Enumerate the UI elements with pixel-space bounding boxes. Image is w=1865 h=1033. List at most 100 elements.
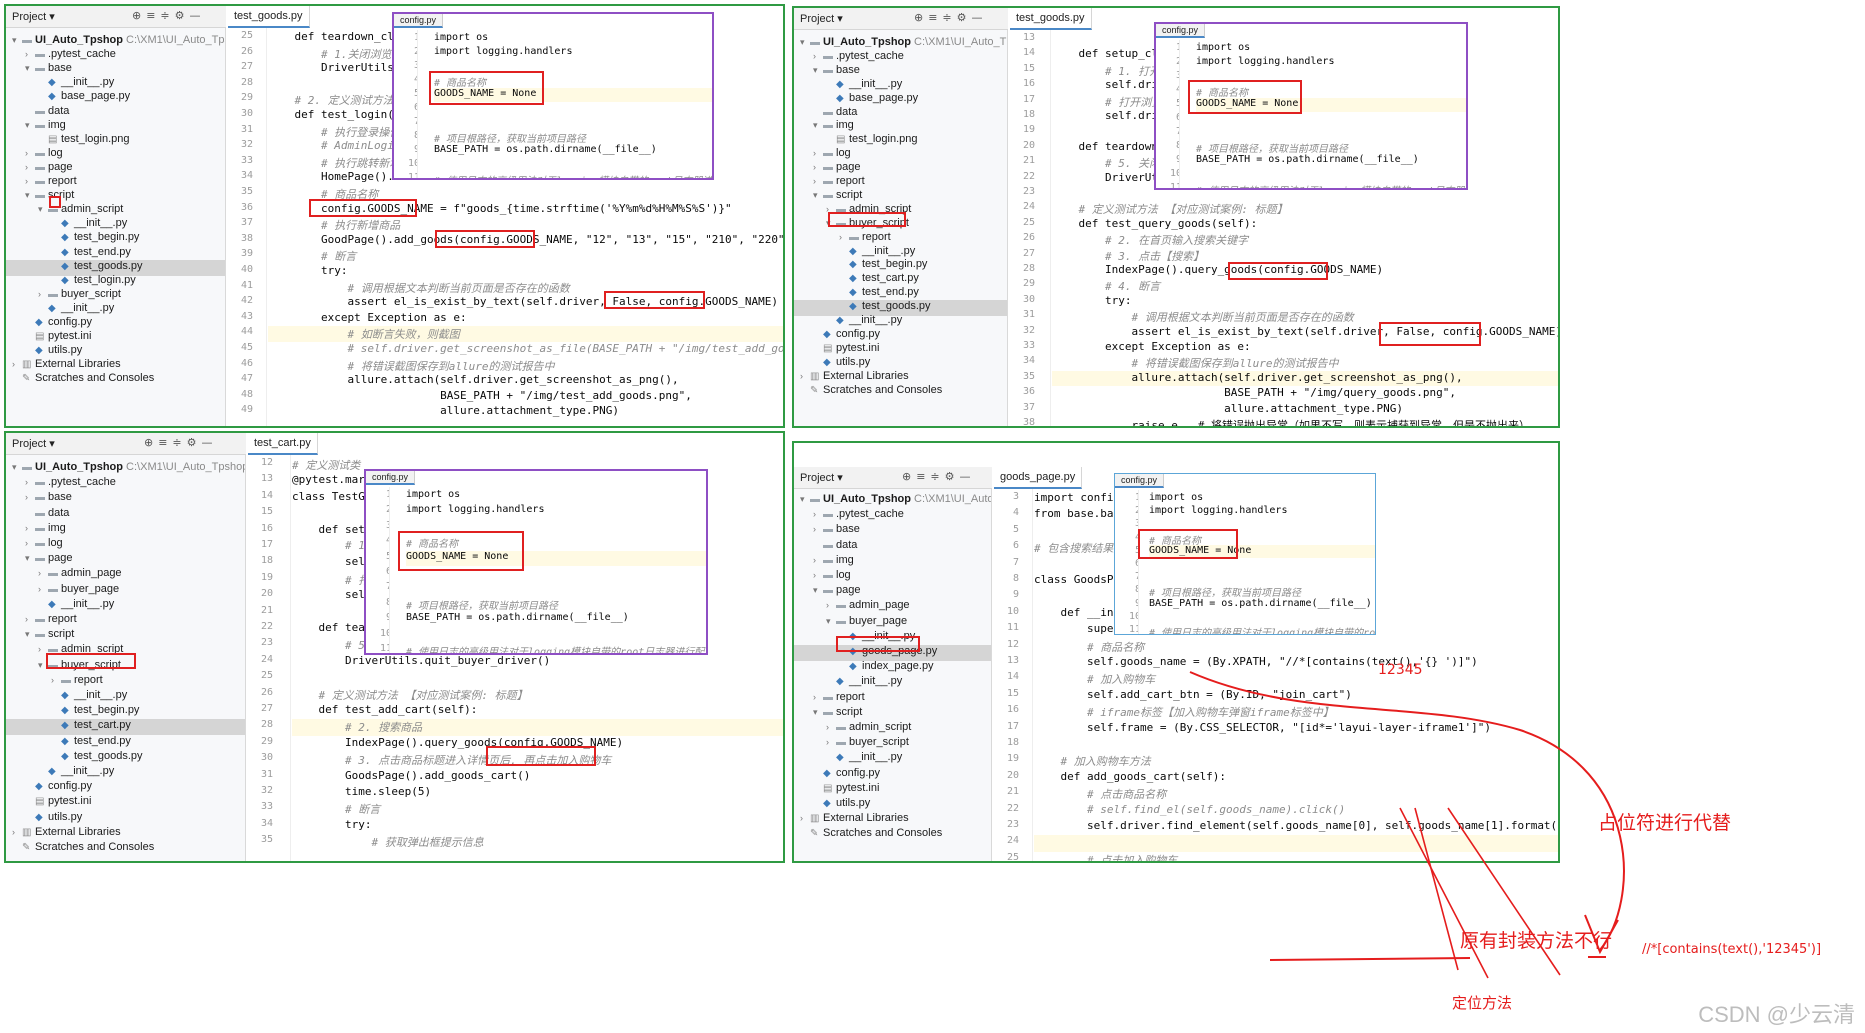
expand-arrow-icon[interactable]: ▾ <box>813 585 823 596</box>
tree-item[interactable]: ▾ ▬ page <box>6 552 245 568</box>
tree-item[interactable]: › ▬ admin_page <box>794 599 991 615</box>
expand-arrow-icon[interactable]: ▾ <box>12 35 22 46</box>
expand-arrow-icon[interactable]: › <box>25 492 35 502</box>
expand-arrow-icon[interactable]: › <box>813 509 823 519</box>
tree-item[interactable]: › ▬ report <box>794 691 991 707</box>
tree-item[interactable]: ▾ ▬ script <box>6 628 245 644</box>
expand-arrow-icon[interactable]: › <box>813 148 823 158</box>
expand-arrow-icon[interactable]: › <box>25 614 35 624</box>
editor-tab[interactable]: goods_page.py <box>994 467 1083 489</box>
tree-item[interactable]: ◆ config.py <box>794 767 991 783</box>
tree-item[interactable]: ✎ Scratches and Consoles <box>794 827 991 843</box>
tree-item[interactable]: ▤ pytest.ini <box>794 782 991 798</box>
tree-item[interactable]: › ▬ .pytest_cache <box>794 508 991 524</box>
expand-arrow-icon[interactable]: ▾ <box>25 63 35 74</box>
tree-item[interactable]: ◆ index_page.py <box>794 660 991 676</box>
tree-item[interactable]: › ▬ admin_page <box>6 567 245 583</box>
editor-tab[interactable]: test_cart.py <box>248 433 318 455</box>
expand-arrow-icon[interactable]: ▾ <box>25 553 35 564</box>
editor-tab[interactable]: test_goods.py <box>1010 8 1092 30</box>
tree-item[interactable]: ◆ test_begin.py <box>6 704 245 720</box>
tree-item[interactable]: ✎ Scratches and Consoles <box>6 841 245 857</box>
project-dropdown[interactable]: Project ▾ <box>12 10 55 23</box>
expand-arrow-icon[interactable]: ▾ <box>813 707 823 718</box>
tree-item[interactable]: ◆ __init__.py <box>6 598 245 614</box>
tree-item[interactable]: ◆ __init__.py <box>6 689 245 705</box>
popup-tab[interactable]: config.py <box>1115 474 1165 488</box>
expand-arrow-icon[interactable]: ▾ <box>800 37 810 48</box>
editor-tab[interactable]: test_goods.py <box>228 6 310 28</box>
expand-arrow-icon[interactable]: ▾ <box>38 204 48 215</box>
toolbar-icons[interactable]: ⊕≡≑⚙— <box>132 9 206 22</box>
expand-arrow-icon[interactable]: › <box>800 813 810 823</box>
tree-item[interactable]: ▬ data <box>6 507 245 523</box>
project-dropdown[interactable]: Project ▾ <box>12 437 55 450</box>
tree-item[interactable]: › ▬ buyer_script <box>794 736 991 752</box>
expand-arrow-icon[interactable]: › <box>813 524 823 534</box>
expand-arrow-icon[interactable]: › <box>800 371 810 381</box>
tree-item[interactable]: ◆ __init__.py <box>6 765 245 781</box>
tree-item[interactable]: ▬ data <box>794 539 991 555</box>
expand-arrow-icon[interactable]: ▾ <box>826 616 836 627</box>
tree-item[interactable]: ◆ utils.py <box>794 797 991 813</box>
expand-arrow-icon[interactable]: › <box>25 477 35 487</box>
tree-item[interactable]: ◆ __init__.py <box>794 675 991 691</box>
tree-item[interactable]: › ▬ base <box>794 523 991 539</box>
tree-item[interactable]: ◆ test_end.py <box>6 735 245 751</box>
tree-item[interactable]: › ▬ log <box>6 537 245 553</box>
expand-arrow-icon[interactable]: › <box>25 162 35 172</box>
expand-arrow-icon[interactable]: › <box>839 232 849 242</box>
tree-item[interactable]: › ▬ img <box>6 522 245 538</box>
expand-arrow-icon[interactable]: ▾ <box>12 462 22 473</box>
expand-arrow-icon[interactable]: › <box>813 570 823 580</box>
expand-arrow-icon[interactable]: ▾ <box>800 494 810 505</box>
tree-item[interactable]: ▾▬UI_Auto_Tpshop C:\XM1\UI_Auto_Tpshop <box>6 461 245 477</box>
expand-arrow-icon[interactable]: › <box>38 568 48 578</box>
tree-item[interactable]: ✎ Scratches and Consoles <box>794 384 1007 400</box>
project-dropdown[interactable]: Project ▾ <box>800 471 843 484</box>
tree-item[interactable]: › ▬ base <box>6 491 245 507</box>
expand-arrow-icon[interactable]: › <box>12 359 22 369</box>
popup-tab[interactable]: config.py <box>1156 24 1206 38</box>
expand-arrow-icon[interactable]: › <box>826 737 836 747</box>
expand-arrow-icon[interactable]: › <box>826 722 836 732</box>
expand-arrow-icon[interactable]: › <box>813 162 823 172</box>
expand-arrow-icon[interactable]: › <box>38 289 48 299</box>
expand-arrow-icon[interactable]: › <box>25 148 35 158</box>
tree-item[interactable]: ▾ ▬ script <box>794 706 991 722</box>
popup-tab[interactable]: config.py <box>394 14 444 28</box>
popup-tab[interactable]: config.py <box>366 471 416 485</box>
expand-arrow-icon[interactable]: › <box>813 176 823 186</box>
expand-arrow-icon[interactable]: › <box>813 51 823 61</box>
expand-arrow-icon[interactable]: ▾ <box>813 120 823 131</box>
tree-item[interactable]: ✎ Scratches and Consoles <box>6 372 225 388</box>
expand-arrow-icon[interactable]: › <box>25 176 35 186</box>
toolbar-icons[interactable]: ⊕≡≑⚙— <box>144 436 218 449</box>
expand-arrow-icon[interactable]: › <box>25 538 35 548</box>
tree-item[interactable]: ▤ pytest.ini <box>6 795 245 811</box>
expand-arrow-icon[interactable]: ▾ <box>813 65 823 76</box>
project-dropdown[interactable]: Project ▾ <box>800 12 843 25</box>
tree-item[interactable]: ◆ test_cart.py <box>6 719 245 736</box>
tree-item[interactable]: ◆ test_goods.py <box>6 750 245 766</box>
toolbar-icons[interactable]: ⊕≡≑⚙— <box>914 11 988 24</box>
tree-item[interactable]: › ▬ report <box>6 674 245 690</box>
expand-arrow-icon[interactable]: ▾ <box>25 629 35 640</box>
expand-arrow-icon[interactable]: › <box>813 692 823 702</box>
tree-item[interactable]: ◆ config.py <box>6 780 245 796</box>
tree-item[interactable]: ▾▬UI_Auto_Tpshop C:\XM1\UI_Auto_Tpshop <box>794 493 991 509</box>
expand-arrow-icon[interactable]: › <box>25 523 35 533</box>
tree-item[interactable]: › ▥ External Libraries <box>794 812 991 828</box>
expand-arrow-icon[interactable]: › <box>38 584 48 594</box>
tree-item[interactable]: › ▬ admin_script <box>794 721 991 737</box>
tree-item[interactable]: › ▬ report <box>6 613 245 629</box>
expand-arrow-icon[interactable]: › <box>51 675 61 685</box>
tree-item[interactable]: ◆ utils.py <box>6 811 245 827</box>
expand-arrow-icon[interactable]: › <box>12 827 22 837</box>
expand-arrow-icon[interactable]: › <box>826 600 836 610</box>
tree-item[interactable]: › ▬ img <box>794 554 991 570</box>
tree-item[interactable]: › ▬ buyer_page <box>6 583 245 599</box>
expand-arrow-icon[interactable]: ▾ <box>25 190 35 201</box>
tree-item[interactable]: ◆ __init__.py <box>794 751 991 767</box>
expand-arrow-icon[interactable]: › <box>813 555 823 565</box>
